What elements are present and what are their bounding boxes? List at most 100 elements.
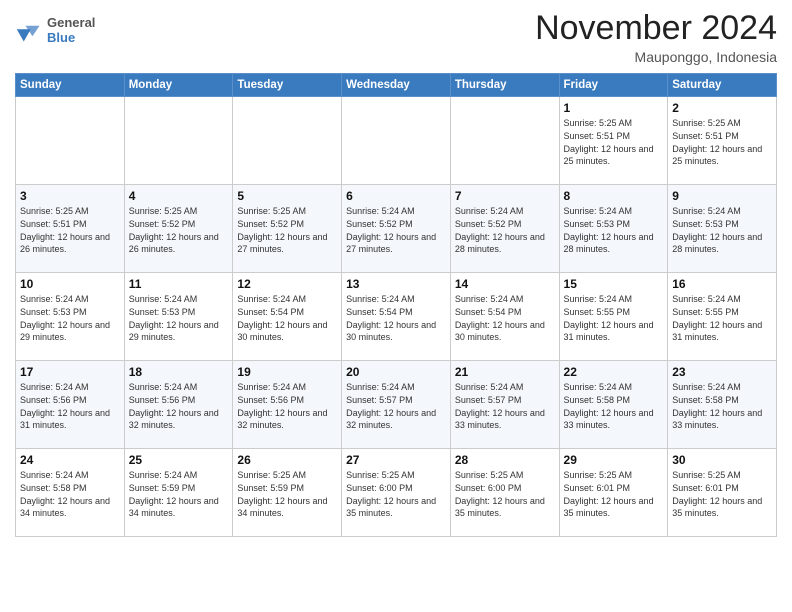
calendar-cell: 27 Sunrise: 5:25 AM Sunset: 6:00 PM Dayli… bbox=[342, 449, 451, 537]
cell-info: Sunrise: 5:25 AM Sunset: 5:51 PM Dayligh… bbox=[20, 205, 120, 255]
calendar-cell: 18 Sunrise: 5:24 AM Sunset: 5:56 PM Dayli… bbox=[124, 361, 233, 449]
cell-info: Sunrise: 5:25 AM Sunset: 5:52 PM Dayligh… bbox=[237, 205, 337, 255]
day-number: 16 bbox=[672, 277, 772, 291]
cell-info: Sunrise: 5:24 AM Sunset: 5:54 PM Dayligh… bbox=[455, 293, 555, 343]
cell-info: Sunrise: 5:24 AM Sunset: 5:55 PM Dayligh… bbox=[672, 293, 772, 343]
cell-info: Sunrise: 5:24 AM Sunset: 5:53 PM Dayligh… bbox=[564, 205, 664, 255]
day-number: 25 bbox=[129, 453, 229, 467]
calendar-cell: 10 Sunrise: 5:24 AM Sunset: 5:53 PM Dayli… bbox=[16, 273, 125, 361]
calendar-cell: 22Sunrise: 5:24 AM Sunset: 5:58 PM Dayli… bbox=[559, 361, 668, 449]
cell-info: Sunrise: 5:24 AM Sunset: 5:57 PM Dayligh… bbox=[346, 381, 446, 431]
calendar-cell: 16 Sunrise: 5:24 AM Sunset: 5:55 PM Dayli… bbox=[668, 273, 777, 361]
day-number: 29 bbox=[564, 453, 664, 467]
calendar-cell: 30Sunrise: 5:25 AM Sunset: 6:01 PM Dayli… bbox=[668, 449, 777, 537]
calendar-cell: 17 Sunrise: 5:24 AM Sunset: 5:56 PM Dayli… bbox=[16, 361, 125, 449]
cell-info: Sunrise: 5:24 AM Sunset: 5:56 PM Dayligh… bbox=[129, 381, 229, 431]
col-header-wednesday: Wednesday bbox=[342, 74, 451, 97]
day-number: 11 bbox=[129, 277, 229, 291]
calendar-row-1: 3 Sunrise: 5:25 AM Sunset: 5:51 PM Daylig… bbox=[16, 185, 777, 273]
day-number: 5 bbox=[237, 189, 337, 203]
day-number: 27 bbox=[346, 453, 446, 467]
cell-info: Sunrise: 5:25 AM Sunset: 6:00 PM Dayligh… bbox=[346, 469, 446, 519]
day-number: 6 bbox=[346, 189, 446, 203]
calendar-cell: 3 Sunrise: 5:25 AM Sunset: 5:51 PM Daylig… bbox=[16, 185, 125, 273]
col-header-sunday: Sunday bbox=[16, 74, 125, 97]
cell-info: Sunrise: 5:24 AM Sunset: 5:54 PM Dayligh… bbox=[346, 293, 446, 343]
cell-info: Sunrise: 5:25 AM Sunset: 5:51 PM Dayligh… bbox=[672, 117, 772, 167]
cell-info: Sunrise: 5:25 AM Sunset: 6:00 PM Dayligh… bbox=[455, 469, 555, 519]
calendar-cell: 14 Sunrise: 5:24 AM Sunset: 5:54 PM Dayli… bbox=[450, 273, 559, 361]
col-header-tuesday: Tuesday bbox=[233, 74, 342, 97]
day-number: 12 bbox=[237, 277, 337, 291]
calendar-cell: 6 Sunrise: 5:24 AM Sunset: 5:52 PM Daylig… bbox=[342, 185, 451, 273]
calendar-cell: 21 Sunrise: 5:24 AM Sunset: 5:57 PM Dayli… bbox=[450, 361, 559, 449]
day-number: 19 bbox=[237, 365, 337, 379]
calendar-cell: 25 Sunrise: 5:24 AM Sunset: 5:59 PM Dayli… bbox=[124, 449, 233, 537]
day-number: 10 bbox=[20, 277, 120, 291]
calendar-cell bbox=[16, 97, 125, 185]
calendar-cell: 4 Sunrise: 5:25 AM Sunset: 5:52 PM Daylig… bbox=[124, 185, 233, 273]
col-header-monday: Monday bbox=[124, 74, 233, 97]
calendar-cell: 11 Sunrise: 5:24 AM Sunset: 5:53 PM Dayli… bbox=[124, 273, 233, 361]
day-number: 20 bbox=[346, 365, 446, 379]
day-number: 1 bbox=[564, 101, 664, 115]
cell-info: Sunrise: 5:25 AM Sunset: 5:52 PM Dayligh… bbox=[129, 205, 229, 255]
calendar-cell: 12 Sunrise: 5:24 AM Sunset: 5:54 PM Dayli… bbox=[233, 273, 342, 361]
day-number: 21 bbox=[455, 365, 555, 379]
cell-info: Sunrise: 5:24 AM Sunset: 5:58 PM Dayligh… bbox=[672, 381, 772, 431]
cell-info: Sunrise: 5:24 AM Sunset: 5:53 PM Dayligh… bbox=[20, 293, 120, 343]
cell-info: Sunrise: 5:24 AM Sunset: 5:53 PM Dayligh… bbox=[129, 293, 229, 343]
day-number: 3 bbox=[20, 189, 120, 203]
col-header-friday: Friday bbox=[559, 74, 668, 97]
calendar-header: SundayMondayTuesdayWednesdayThursdayFrid… bbox=[16, 74, 777, 97]
calendar-row-4: 24 Sunrise: 5:24 AM Sunset: 5:58 PM Dayli… bbox=[16, 449, 777, 537]
calendar-cell: 7 Sunrise: 5:24 AM Sunset: 5:52 PM Daylig… bbox=[450, 185, 559, 273]
calendar-body: 1 Sunrise: 5:25 AM Sunset: 5:51 PM Daylig… bbox=[16, 97, 777, 537]
cell-info: Sunrise: 5:24 AM Sunset: 5:58 PM Dayligh… bbox=[20, 469, 120, 519]
logo: General Blue bbox=[15, 16, 95, 46]
day-number: 9 bbox=[672, 189, 772, 203]
cell-info: Sunrise: 5:24 AM Sunset: 5:57 PM Dayligh… bbox=[455, 381, 555, 431]
calendar-cell bbox=[450, 97, 559, 185]
calendar-cell: 28 Sunrise: 5:25 AM Sunset: 6:00 PM Dayli… bbox=[450, 449, 559, 537]
calendar-cell: 26 Sunrise: 5:25 AM Sunset: 5:59 PM Dayli… bbox=[233, 449, 342, 537]
calendar-cell: 2Sunrise: 5:25 AM Sunset: 5:51 PM Daylig… bbox=[668, 97, 777, 185]
header-row: SundayMondayTuesdayWednesdayThursdayFrid… bbox=[16, 74, 777, 97]
day-number: 26 bbox=[237, 453, 337, 467]
calendar-cell: 15Sunrise: 5:24 AM Sunset: 5:55 PM Dayli… bbox=[559, 273, 668, 361]
cell-info: Sunrise: 5:25 AM Sunset: 5:59 PM Dayligh… bbox=[237, 469, 337, 519]
calendar-cell bbox=[124, 97, 233, 185]
cell-info: Sunrise: 5:24 AM Sunset: 5:54 PM Dayligh… bbox=[237, 293, 337, 343]
calendar-row-2: 10 Sunrise: 5:24 AM Sunset: 5:53 PM Dayli… bbox=[16, 273, 777, 361]
cell-info: Sunrise: 5:25 AM Sunset: 5:51 PM Dayligh… bbox=[564, 117, 664, 167]
calendar-cell bbox=[342, 97, 451, 185]
cell-info: Sunrise: 5:24 AM Sunset: 5:52 PM Dayligh… bbox=[455, 205, 555, 255]
day-number: 14 bbox=[455, 277, 555, 291]
calendar-row-0: 1 Sunrise: 5:25 AM Sunset: 5:51 PM Daylig… bbox=[16, 97, 777, 185]
day-number: 23 bbox=[672, 365, 772, 379]
cell-info: Sunrise: 5:24 AM Sunset: 5:56 PM Dayligh… bbox=[237, 381, 337, 431]
calendar-table: SundayMondayTuesdayWednesdayThursdayFrid… bbox=[15, 73, 777, 537]
day-number: 4 bbox=[129, 189, 229, 203]
calendar-cell: 13Sunrise: 5:24 AM Sunset: 5:54 PM Dayli… bbox=[342, 273, 451, 361]
day-number: 7 bbox=[455, 189, 555, 203]
logo-text: General Blue bbox=[47, 16, 95, 46]
calendar-cell: 8 Sunrise: 5:24 AM Sunset: 5:53 PM Daylig… bbox=[559, 185, 668, 273]
day-number: 8 bbox=[564, 189, 664, 203]
page-header: General Blue November 2024 Mauponggo, In… bbox=[15, 10, 777, 65]
cell-info: Sunrise: 5:24 AM Sunset: 5:56 PM Dayligh… bbox=[20, 381, 120, 431]
day-number: 28 bbox=[455, 453, 555, 467]
calendar-cell: 1 Sunrise: 5:25 AM Sunset: 5:51 PM Daylig… bbox=[559, 97, 668, 185]
day-number: 18 bbox=[129, 365, 229, 379]
day-number: 17 bbox=[20, 365, 120, 379]
day-number: 24 bbox=[20, 453, 120, 467]
calendar-cell: 19 Sunrise: 5:24 AM Sunset: 5:56 PM Dayli… bbox=[233, 361, 342, 449]
calendar-cell: 24 Sunrise: 5:24 AM Sunset: 5:58 PM Dayli… bbox=[16, 449, 125, 537]
day-number: 30 bbox=[672, 453, 772, 467]
calendar-cell: 20 Sunrise: 5:24 AM Sunset: 5:57 PM Dayli… bbox=[342, 361, 451, 449]
cell-info: Sunrise: 5:24 AM Sunset: 5:58 PM Dayligh… bbox=[564, 381, 664, 431]
calendar-cell bbox=[233, 97, 342, 185]
cell-info: Sunrise: 5:24 AM Sunset: 5:59 PM Dayligh… bbox=[129, 469, 229, 519]
cell-info: Sunrise: 5:24 AM Sunset: 5:52 PM Dayligh… bbox=[346, 205, 446, 255]
col-header-saturday: Saturday bbox=[668, 74, 777, 97]
